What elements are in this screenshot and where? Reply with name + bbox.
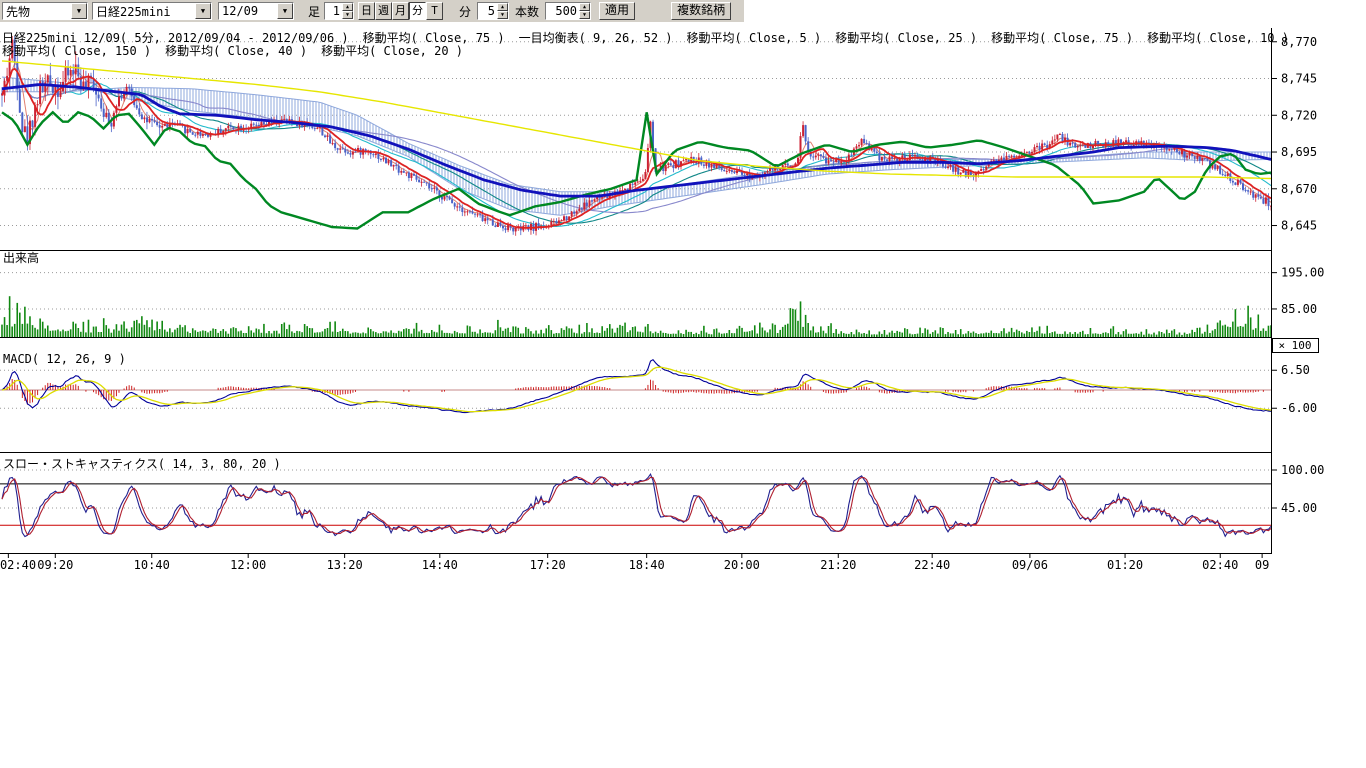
spin-down-icon[interactable]: ▼ [579, 11, 590, 19]
period-day-button[interactable]: 日 [358, 2, 375, 20]
x-axis-label: 21:20 [820, 558, 856, 572]
ma-green-line [2, 112, 1271, 228]
dropdown-arrow-icon[interactable]: ▼ [71, 3, 87, 19]
y-axis-label: 8,670 [1281, 182, 1317, 196]
x-axis-label: 02:40 [1202, 558, 1238, 572]
spin-up-icon[interactable]: ▲ [342, 3, 353, 11]
y-axis-label: 45.00 [1281, 501, 1317, 515]
indicator-label-ma75b: 移動平均( Close, 75 ) [991, 29, 1133, 46]
x-axis-label: 10:40 [134, 558, 170, 572]
indicator-label-ma10: 移動平均( Close, 10 ) [1147, 29, 1289, 46]
minute-value-input[interactable]: 5 ▲▼ [477, 2, 509, 20]
y-axis-label: -6.00 [1281, 401, 1317, 415]
dropdown-arrow-icon[interactable]: ▼ [277, 3, 293, 19]
bar-count-value[interactable]: 500 [546, 3, 579, 19]
spin-down-icon[interactable]: ▼ [497, 11, 508, 19]
indicator-label-ma150: 移動平均( Close, 150 ) [2, 42, 151, 59]
y-axis-label: 100.00 [1281, 463, 1324, 477]
x-axis-label: 17:20 [530, 558, 566, 572]
indicator-label-ma40: 移動平均( Close, 40 ) [165, 42, 307, 59]
x-axis-label: 01:20 [1107, 558, 1143, 572]
x-axis-label: 22:40 [914, 558, 950, 572]
volume-multiplier-box: × 100 [1273, 339, 1319, 353]
minute-unit-label: 分 [459, 3, 471, 20]
instrument-select[interactable]: 日経225mini ▼ [92, 2, 212, 20]
bar-interval-input[interactable]: 1 ▲▼ [324, 2, 354, 20]
minute-value[interactable]: 5 [478, 3, 497, 19]
multi-symbol-button[interactable]: 複数銘柄 [671, 2, 731, 20]
instrument-type-select[interactable]: 先物 ▼ [2, 2, 88, 20]
x-axis-label: 13:20 [327, 558, 363, 572]
contract-month-value: 12/09 [219, 4, 277, 18]
instrument-type-value: 先物 [3, 3, 71, 20]
toolbar-strip: 先物 ▼ 日経225mini ▼ 12/09 ▼ 足 1 ▲▼ 日 週 月 分 … [0, 0, 744, 22]
apply-button[interactable]: 適用 [599, 2, 635, 20]
x-axis-label: 18:40 [629, 558, 665, 572]
spin-down-icon[interactable]: ▼ [342, 11, 353, 19]
indicator-label-ichimoku: 一目均衡表( 9, 26, 52 ) [519, 29, 673, 46]
instrument-value: 日経225mini [93, 3, 195, 20]
gridlines [0, 42, 1271, 508]
indicator-label-ma20: 移動平均( Close, 20 ) [321, 42, 463, 59]
macd-histogram [5, 379, 1264, 405]
period-minute-button[interactable]: 分 [409, 2, 426, 20]
bar-count-input[interactable]: 500 ▲▼ [545, 2, 591, 20]
x-axis-label: 09:20 [37, 558, 73, 572]
y-axis-label: 85.00 [1281, 302, 1317, 316]
macd-line [2, 360, 1271, 413]
stoch-panel-label: スロー・ストキャスティクス( 14, 3, 80, 20 ) [3, 455, 281, 472]
contract-month-select[interactable]: 12/09 ▼ [218, 2, 294, 20]
period-week-button[interactable]: 週 [375, 2, 392, 20]
x-axis-labels: 02:4009:2010:4012:0013:2014:4017:2018:40… [0, 554, 1269, 572]
macd-signal-line [2, 367, 1271, 411]
period-month-button[interactable]: 月 [392, 2, 409, 20]
indicator-label-ma25: 移動平均( Close, 25 ) [835, 29, 977, 46]
y-axis-label: 8,645 [1281, 219, 1317, 233]
bar-interval-value[interactable]: 1 [325, 3, 342, 19]
stoch-d-line [2, 477, 1271, 535]
volume-panel-label: 出来高 [3, 249, 39, 266]
dropdown-arrow-icon[interactable]: ▼ [195, 3, 211, 19]
chart-legend-line2: 移動平均( Close, 150 ) 移動平均( Close, 40 ) 移動平… [2, 42, 463, 59]
y-axis-label: 8,745 [1281, 72, 1317, 86]
spinner-buttons[interactable]: ▲▼ [579, 3, 590, 19]
bar-count-label: 本数 [515, 3, 539, 20]
bar-label: 足 [308, 3, 320, 20]
y-axis: 8,7708,7458,7208,6958,6708,645195.0085.0… [1271, 35, 1324, 515]
x-axis-label: 20:00 [724, 558, 760, 572]
y-axis-label: 6.50 [1281, 363, 1310, 377]
y-axis-label: 195.00 [1281, 266, 1324, 280]
spin-up-icon[interactable]: ▲ [497, 3, 508, 11]
macd-panel-label: MACD( 12, 26, 9 ) [3, 352, 126, 366]
x-axis-label: 12:00 [230, 558, 266, 572]
spinner-buttons[interactable]: ▲▼ [497, 3, 508, 19]
x-axis-label: 14:40 [422, 558, 458, 572]
y-axis-label: 8,695 [1281, 145, 1317, 159]
toolbar: 先物 ▼ 日経225mini ▼ 12/09 ▼ 足 1 ▲▼ 日 週 月 分 … [0, 0, 1366, 22]
indicator-label-ma5: 移動平均( Close, 5 ) [687, 29, 822, 46]
volume-multiplier-label: × 100 [1278, 339, 1311, 352]
period-tick-button[interactable]: T [426, 2, 443, 20]
y-axis-label: 8,720 [1281, 108, 1317, 122]
x-axis-label: 09 [1255, 558, 1269, 572]
x-axis-label: 02:40 [0, 558, 36, 572]
app-window: { "toolbar": { "instrument_type": "先物", … [0, 0, 1366, 768]
spinner-buttons[interactable]: ▲▼ [342, 3, 353, 19]
chart-area[interactable]: 8,7708,7458,7208,6958,6708,645195.0085.0… [0, 0, 1366, 600]
x-axis-label: 09/06 [1012, 558, 1048, 572]
spin-up-icon[interactable]: ▲ [579, 3, 590, 11]
volume-bars-layer [2, 296, 1271, 337]
